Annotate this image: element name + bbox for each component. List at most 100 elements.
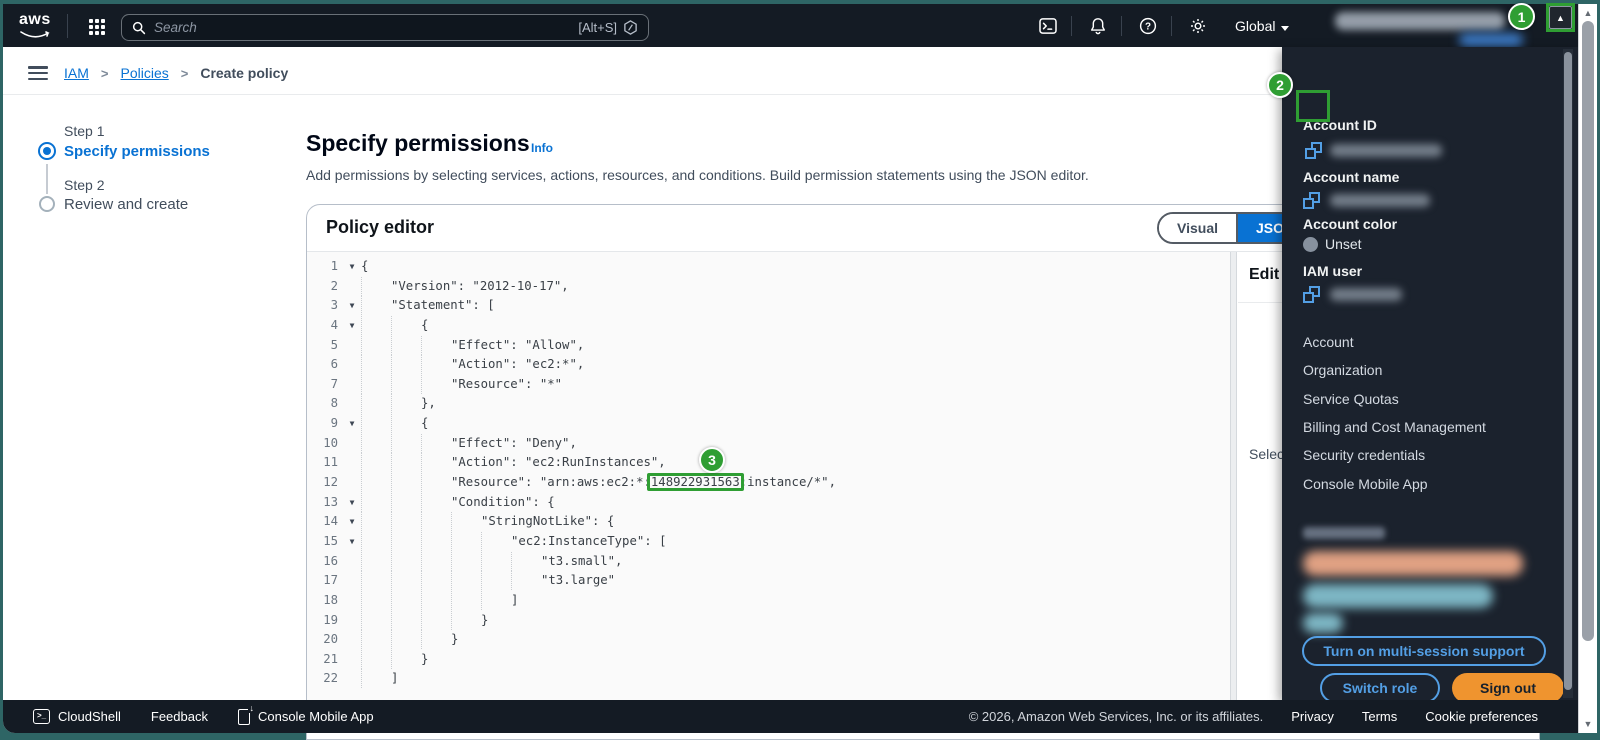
switch-role-button[interactable]: Switch role: [1320, 673, 1440, 703]
indent-guide: [361, 414, 391, 434]
toggle-visual[interactable]: Visual: [1159, 214, 1236, 242]
indent-guide: [361, 433, 391, 453]
code-text: },: [361, 394, 436, 414]
code-line: 6 "Action": "ec2:*",: [307, 355, 1230, 375]
indent-guide: [391, 453, 421, 473]
region-selector[interactable]: Global: [1235, 18, 1290, 36]
page-scrollbar[interactable]: ▲ ▼: [1578, 4, 1597, 733]
indent-guide: [451, 571, 481, 591]
indent-guide: [421, 374, 451, 394]
menu-item-account[interactable]: Account: [1303, 334, 1354, 350]
footer-item-cloudshell[interactable]: >_ CloudShell: [33, 709, 121, 724]
indent-guide: [391, 492, 421, 512]
indent-guide: [361, 630, 391, 650]
step2-radio: [39, 196, 55, 212]
indent-guide: [391, 414, 421, 434]
indent-guide: [481, 531, 511, 551]
annotation-circle-1: 1: [1508, 3, 1535, 30]
scrollbar-up-icon[interactable]: ▲: [1579, 8, 1597, 18]
menu-item-billing-and-cost-management[interactable]: Billing and Cost Management: [1303, 419, 1486, 435]
indent-guide: [421, 453, 451, 473]
footer-item-feedback[interactable]: Feedback: [151, 709, 208, 724]
annotation-circle-2: 2: [1267, 72, 1293, 98]
fold-arrow-icon[interactable]: ▼: [343, 316, 361, 336]
indent-guide: [481, 551, 511, 571]
svg-text:?: ?: [1145, 22, 1151, 33]
aws-logo[interactable]: aws: [19, 12, 59, 39]
fold-arrow-icon[interactable]: ▼: [343, 532, 361, 552]
footer-item-console-mobile-app[interactable]: Console Mobile App: [237, 702, 374, 725]
editor-splitter[interactable]: [1230, 252, 1237, 700]
copy-icon[interactable]: [1303, 286, 1320, 303]
help-icon[interactable]: ?: [1139, 17, 1157, 40]
indent-guide: [361, 610, 391, 630]
indent-guide: [361, 649, 391, 669]
scrollbar-down-icon[interactable]: ▼: [1579, 719, 1597, 729]
cloudshell-icon[interactable]: [1039, 18, 1057, 39]
sign-out-button[interactable]: Sign out: [1452, 673, 1564, 703]
breadcrumb-item-iam[interactable]: IAM: [64, 65, 89, 81]
breadcrumb-item-policies[interactable]: Policies: [120, 65, 168, 81]
code-line: 2 "Version": "2012-10-17",: [307, 276, 1230, 297]
menu-item-organization[interactable]: Organization: [1303, 362, 1382, 378]
settings-gear-icon[interactable]: [1189, 17, 1207, 40]
copy-icon[interactable]: [1303, 192, 1320, 209]
footer-link-cookie-preferences[interactable]: Cookie preferences: [1425, 709, 1538, 724]
line-number: 3: [330, 298, 338, 313]
fold-arrow-icon[interactable]: ▼: [343, 296, 361, 316]
scrollbar-thumb[interactable]: [1582, 21, 1594, 641]
footer-link-terms[interactable]: Terms: [1362, 709, 1397, 724]
search-placeholder: Search: [154, 20, 197, 35]
account-menu-toggle-button[interactable]: ▲: [1549, 6, 1572, 29]
code-text: ]: [361, 590, 518, 611]
code-text: "Effect": "Allow",: [361, 335, 584, 356]
indent-guide: [451, 531, 481, 551]
fold-arrow-icon[interactable]: ▼: [343, 414, 361, 434]
multi-session-button[interactable]: Turn on multi-session support: [1302, 636, 1546, 666]
menu-item-service-quotas[interactable]: Service Quotas: [1303, 391, 1399, 407]
code-line: 9 ▼{: [307, 414, 1230, 434]
dropdown-scrollbar-thumb[interactable]: [1564, 52, 1572, 690]
services-grid-icon[interactable]: [89, 19, 105, 35]
json-code-editor[interactable]: 1 ▼{2 "Version": "2012-10-17", 3 ▼ "Statement…: [307, 252, 1230, 700]
code-text: {: [361, 414, 428, 434]
indent-guide: [421, 492, 451, 512]
account-name-blurred[interactable]: [1335, 12, 1505, 30]
copyright-text: © 2026, Amazon Web Services, Inc. or its…: [968, 709, 1264, 724]
indent-guide: [391, 649, 421, 669]
fold-arrow-icon[interactable]: ▼: [343, 512, 361, 532]
code-line: 18]: [307, 590, 1230, 611]
line-number: 4: [330, 317, 338, 332]
menu-item-console-mobile-app[interactable]: Console Mobile App: [1303, 476, 1428, 492]
indent-guide: [361, 531, 391, 551]
code-text: "Resource": "arn:aws:ec2:*:148922931563:…: [361, 473, 836, 493]
indent-guide: [421, 551, 451, 571]
blurred-value: [1330, 288, 1402, 301]
copy-icon[interactable]: [1305, 142, 1322, 159]
menu-item-security-credentials[interactable]: Security credentials: [1303, 447, 1425, 463]
indent-guide: [481, 590, 511, 610]
policy-editor-title: Policy editor: [326, 217, 435, 237]
divider: [1171, 16, 1172, 36]
divider: [67, 14, 68, 38]
indent-guide: [361, 394, 391, 414]
footer-link-privacy[interactable]: Privacy: [1291, 709, 1334, 724]
step1-title[interactable]: Specify permissions: [64, 143, 210, 160]
info-link[interactable]: Info: [531, 141, 553, 155]
search-input[interactable]: Search [Alt+S]: [121, 14, 649, 41]
indent-guide: [391, 531, 421, 551]
step2-title[interactable]: Review and create: [64, 196, 188, 213]
code-line: 17 "t3.large": [307, 571, 1230, 591]
indent-guide: [361, 551, 391, 571]
hamburger-menu-icon[interactable]: [28, 66, 48, 80]
code-text: }: [361, 630, 458, 650]
fold-arrow-icon[interactable]: ▼: [343, 493, 361, 513]
code-line: 1 ▼{: [307, 257, 1230, 277]
history-item-blurred: [1303, 613, 1343, 633]
notifications-bell-icon[interactable]: [1089, 17, 1107, 40]
code-text: "StringNotLike": {: [361, 512, 614, 532]
fold-arrow-icon[interactable]: ▼: [343, 257, 361, 277]
